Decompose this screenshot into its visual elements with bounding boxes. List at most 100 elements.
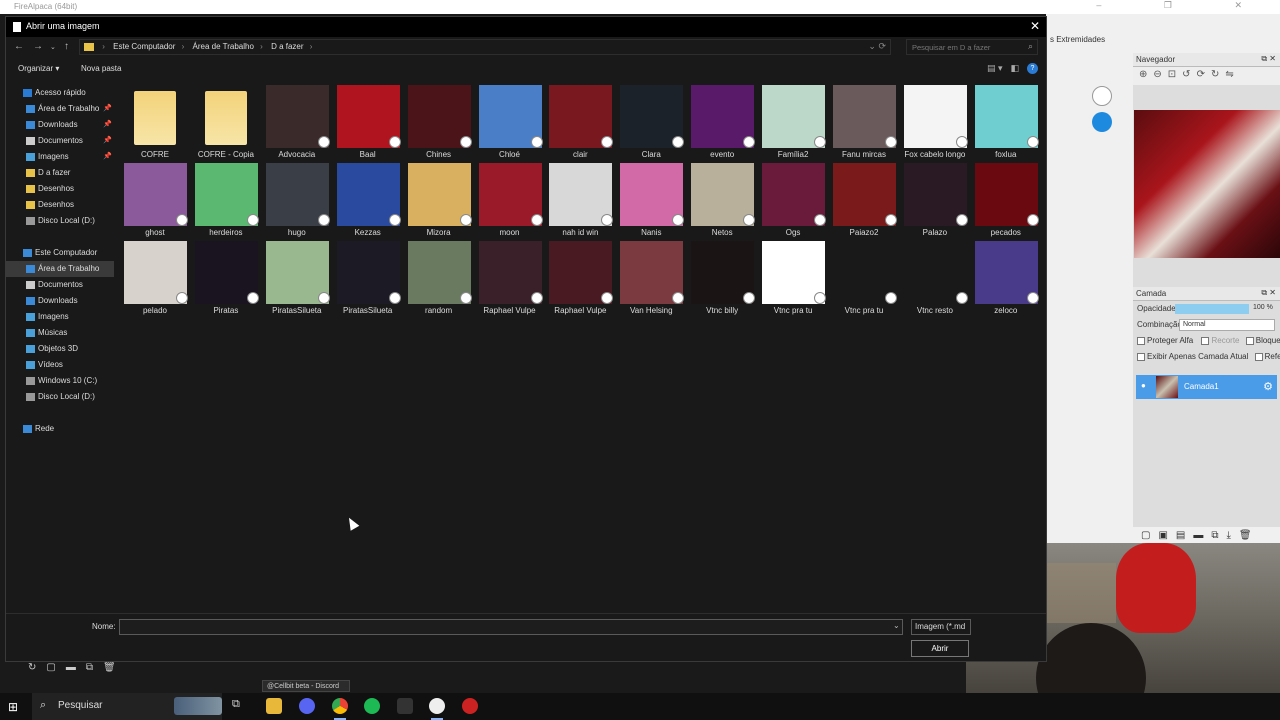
image-file-item[interactable]: Chines bbox=[404, 85, 474, 161]
opacity-slider[interactable] bbox=[1175, 304, 1249, 314]
image-file-item[interactable]: pelado bbox=[120, 241, 190, 317]
forward-arrow-icon[interactable]: → bbox=[33, 41, 43, 52]
image-file-item[interactable]: Palazo bbox=[900, 163, 970, 239]
flip-icon[interactable]: ⇋ bbox=[1225, 69, 1233, 83]
image-file-item[interactable]: Fox cabelo longo bbox=[900, 85, 970, 161]
nav-item[interactable]: Imagens 📌 bbox=[6, 149, 114, 165]
preview-pane-icon[interactable]: ◧ bbox=[1010, 63, 1019, 74]
merge-down-icon[interactable]: ⤓ bbox=[1227, 530, 1231, 544]
recent-chevron-icon[interactable]: ⌄ bbox=[50, 43, 56, 51]
panel-controls-icon[interactable]: ⧉ ✕ bbox=[1261, 288, 1276, 298]
image-file-item[interactable]: Clara bbox=[616, 85, 686, 161]
nav-item[interactable]: Windows 10 (C:) bbox=[6, 373, 114, 389]
image-file-item[interactable]: Mizora bbox=[404, 163, 474, 239]
image-file-item[interactable]: Advocacia bbox=[262, 85, 332, 161]
image-file-item[interactable]: Raphael Vulpe bbox=[475, 241, 545, 317]
image-file-item[interactable]: zeloco bbox=[971, 241, 1041, 317]
zoom-in-icon[interactable]: ⊕ bbox=[1139, 69, 1147, 83]
image-file-item[interactable]: pecados bbox=[971, 163, 1041, 239]
chevron-right-icon[interactable]: › bbox=[182, 42, 185, 51]
nav-item[interactable]: Disco Local (D:) bbox=[6, 213, 114, 229]
nav-item[interactable]: Área de Trabalho bbox=[6, 261, 114, 277]
protect-alpha-checkbox[interactable] bbox=[1137, 336, 1145, 345]
discord-icon[interactable] bbox=[299, 698, 315, 714]
close-icon[interactable]: ✕ bbox=[1030, 19, 1040, 33]
delete-icon[interactable]: 🗑 bbox=[1239, 530, 1252, 544]
panel-controls-icon[interactable]: ⧉ ✕ bbox=[1261, 54, 1276, 64]
image-file-item[interactable]: nah id win bbox=[545, 163, 615, 239]
image-file-item[interactable]: Baal bbox=[333, 85, 403, 161]
help-icon[interactable]: ? bbox=[1027, 63, 1038, 74]
image-file-item[interactable]: herdeiros bbox=[191, 163, 261, 239]
show-only-checkbox[interactable] bbox=[1137, 352, 1145, 361]
nav-item[interactable]: Disco Local (D:) bbox=[6, 389, 114, 405]
file-explorer-icon[interactable] bbox=[266, 698, 282, 714]
copy-icon[interactable]: ⧉ bbox=[86, 662, 93, 676]
breadcrumb-folder[interactable]: D a fazer bbox=[271, 42, 303, 51]
image-file-item[interactable]: evento bbox=[687, 85, 757, 161]
image-file-item[interactable]: Vtnc billy bbox=[687, 241, 757, 317]
nav-item[interactable]: Documentos bbox=[6, 277, 114, 293]
task-view-icon[interactable]: ⧉ bbox=[232, 698, 248, 714]
open-button[interactable]: Abrir bbox=[911, 640, 969, 657]
chevron-right-icon[interactable]: › bbox=[260, 42, 263, 51]
zoom-out-icon[interactable]: ⊖ bbox=[1153, 69, 1161, 83]
streaming-app-icon[interactable] bbox=[397, 698, 413, 714]
up-arrow-icon[interactable]: ↑ bbox=[64, 41, 69, 52]
organize-button[interactable]: Organizar ▾ bbox=[18, 64, 59, 73]
file-type-select[interactable]: Imagem (*.md bbox=[911, 619, 971, 635]
fit-icon[interactable]: ⊡ bbox=[1168, 69, 1176, 83]
open-icon[interactable]: ▬ bbox=[66, 662, 76, 676]
image-file-item[interactable]: Paiazo2 bbox=[829, 163, 899, 239]
nav-item[interactable]: Músicas bbox=[6, 325, 114, 341]
breadcrumb-computer[interactable]: Este Computador bbox=[113, 42, 175, 51]
rotate-left-icon[interactable]: ↺ bbox=[1182, 69, 1190, 83]
image-file-item[interactable]: Kezzas bbox=[333, 163, 403, 239]
nav-item[interactable]: D a fazer bbox=[6, 165, 114, 181]
breadcrumb-desktop[interactable]: Área de Trabalho bbox=[193, 42, 254, 51]
nav-item[interactable]: Vídeos bbox=[6, 357, 114, 373]
image-file-item[interactable]: Vtnc resto bbox=[900, 241, 970, 317]
image-file-item[interactable]: PiratasSilueta bbox=[333, 241, 403, 317]
nav-item[interactable]: Downloads bbox=[6, 293, 114, 309]
taskbar-search[interactable]: ⌕ Pesquisar bbox=[32, 693, 222, 720]
image-file-item[interactable]: Raphael Vulpe bbox=[545, 241, 615, 317]
firealpaca-icon[interactable] bbox=[429, 698, 445, 720]
blend-select[interactable]: Normal bbox=[1179, 319, 1275, 331]
image-file-item[interactable]: Netos bbox=[687, 163, 757, 239]
image-file-item[interactable]: Ogs bbox=[758, 163, 828, 239]
gear-icon[interactable]: ⚙ bbox=[1263, 380, 1273, 393]
rotate-right-icon[interactable]: ↻ bbox=[1211, 69, 1219, 83]
duplicate-icon[interactable]: ⧉ bbox=[1211, 530, 1218, 544]
image-file-item[interactable]: hugo bbox=[262, 163, 332, 239]
spotify-icon[interactable] bbox=[364, 698, 380, 714]
trash-icon[interactable]: 🗑 bbox=[103, 662, 116, 676]
image-file-item[interactable]: Van Helsing bbox=[616, 241, 686, 317]
alpaca-icon[interactable] bbox=[1092, 86, 1112, 106]
folder-item[interactable]: COFRE - Copia bbox=[191, 85, 261, 161]
search-input[interactable]: Pesquisar em D a fazer ⌕ bbox=[906, 39, 1038, 55]
nav-item[interactable]: Imagens bbox=[6, 309, 114, 325]
p-icon[interactable] bbox=[1092, 112, 1112, 132]
image-file-item[interactable]: Piratas bbox=[191, 241, 261, 317]
eye-icon[interactable]: ● bbox=[1141, 381, 1146, 390]
image-file-item[interactable]: Vtnc pra tu bbox=[829, 241, 899, 317]
image-file-item[interactable]: PiratasSilueta bbox=[262, 241, 332, 317]
view-mode-icon[interactable]: ▤ ▾ bbox=[987, 63, 1003, 74]
window-controls[interactable]: – ❐ ✕ bbox=[1096, 0, 1272, 11]
nav-item[interactable]: Este Computador bbox=[6, 245, 114, 261]
layer-row[interactable]: ● Camada1 ⚙ bbox=[1136, 375, 1277, 399]
image-file-item[interactable]: random bbox=[404, 241, 474, 317]
rotate-icon[interactable]: ↻ bbox=[28, 662, 36, 676]
lock-checkbox[interactable] bbox=[1245, 336, 1254, 345]
nav-item[interactable]: Documentos 📌 bbox=[6, 133, 114, 149]
image-file-item[interactable]: clair bbox=[545, 85, 615, 161]
clipping-checkbox[interactable] bbox=[1201, 336, 1210, 345]
image-file-item[interactable]: Família2 bbox=[758, 85, 828, 161]
new-layer-8bit-icon[interactable]: ▣ bbox=[1158, 530, 1167, 544]
nav-item[interactable]: Objetos 3D bbox=[6, 341, 114, 357]
nav-item[interactable]: Acesso rápido bbox=[6, 85, 114, 101]
folder-item[interactable]: COFRE bbox=[120, 85, 190, 161]
nav-item[interactable]: Rede bbox=[6, 421, 114, 437]
nav-item[interactable]: Downloads 📌 bbox=[6, 117, 114, 133]
